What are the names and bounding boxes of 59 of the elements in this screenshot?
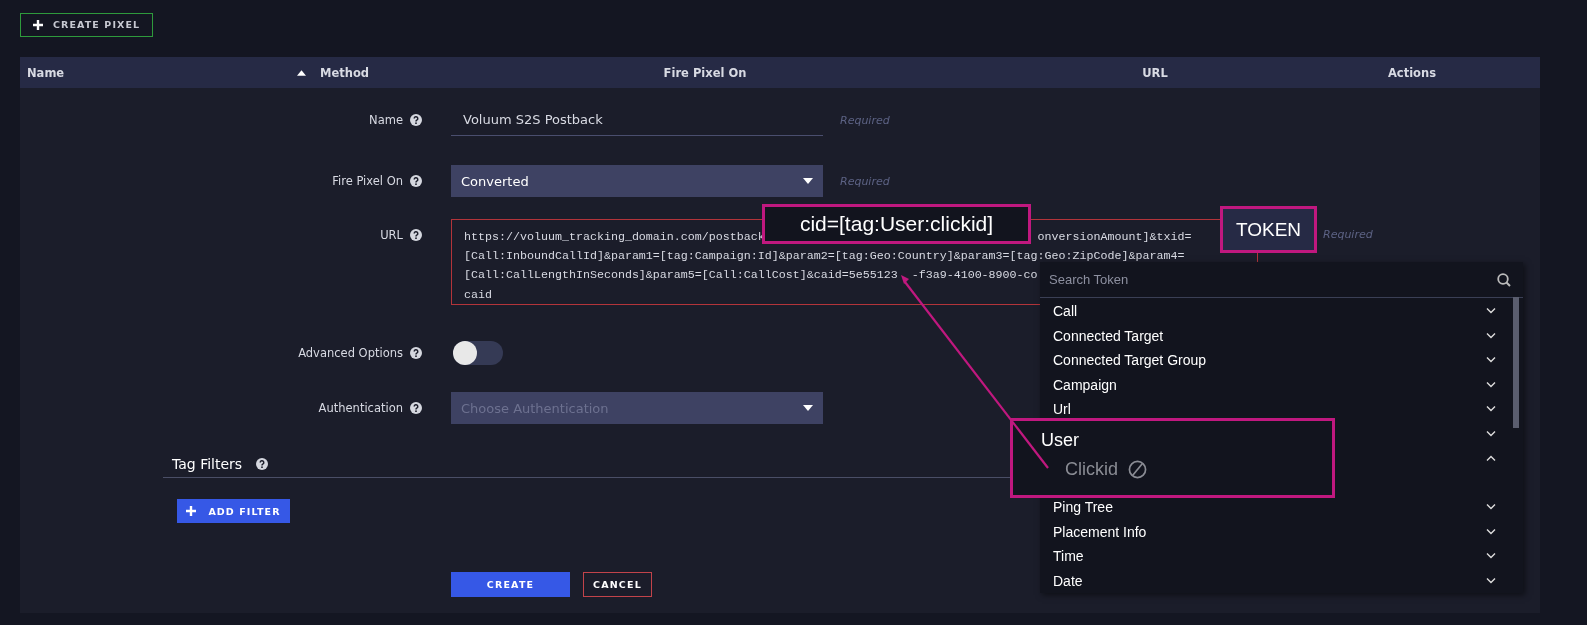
help-icon[interactable] [256,457,269,470]
help-icon[interactable] [410,175,422,187]
column-header[interactable]: URL [1142,65,1168,80]
column-header[interactable]: Method [320,65,370,80]
chevron-icon[interactable] [1486,332,1496,339]
chevron-icon[interactable] [1486,357,1496,364]
plus-icon [33,19,43,30]
field-label: Advanced Options [298,346,403,360]
chevron-icon[interactable] [1486,504,1496,511]
create-pixel-button[interactable]: CREATE PIXEL [20,12,154,37]
chevron-icon[interactable] [1486,308,1496,315]
help-icon[interactable] [410,402,422,414]
column-header[interactable]: Fire Pixel On [663,65,747,80]
field-label: Fire Pixel On [332,174,403,188]
token-group[interactable]: Placement Info [1053,523,1147,540]
token-group[interactable]: Date [1053,572,1083,589]
create-button[interactable]: CREATE [451,572,570,597]
callout-label: cid=[tag:User:clickid] [762,204,1031,244]
token-group[interactable]: Connected Target [1053,327,1164,344]
chevron-icon[interactable] [1486,406,1496,413]
plus-icon [186,506,197,516]
token-group[interactable]: Ping Tree [1053,499,1113,516]
select-field[interactable]: Converted [451,165,823,197]
chevron-icon[interactable] [1486,577,1496,584]
chevron-icon[interactable] [1486,528,1496,535]
required-hint: Required [840,113,890,127]
help-icon[interactable] [410,229,422,241]
field-label: URL [380,228,403,242]
chevron-icon[interactable] [1486,553,1496,560]
token-group[interactable]: Campaign [1053,376,1117,393]
sort-arrow-icon [297,69,306,76]
help-icon[interactable] [410,347,422,359]
toggle-switch[interactable] [453,341,503,365]
cancel-button[interactable]: CANCEL [583,572,652,597]
chevron-icon[interactable] [1486,430,1496,437]
section-title: Tag Filters [172,455,243,472]
required-hint: Required [1323,228,1373,241]
search-field[interactable]: Search Token [1040,262,1523,298]
caret-icon [803,405,813,411]
token-button[interactable]: TOKEN [1220,206,1317,253]
token-group[interactable]: Call [1053,303,1078,320]
required-hint: Required [840,174,890,188]
search-icon[interactable] [1497,272,1511,287]
token-item: Clickid [1065,459,1118,480]
field-label: Authentication [318,401,403,415]
token-group[interactable]: Url [1053,401,1071,418]
chevron-icon[interactable] [1486,455,1496,462]
token-group: User [1041,430,1079,451]
name-field[interactable]: Voluum S2S Postback [451,104,823,136]
token-group[interactable]: Connected Target Group [1053,352,1207,369]
caret-icon [803,178,813,184]
token-group[interactable]: Time [1053,548,1084,565]
column-header[interactable]: Name [27,65,306,80]
add-filter-button[interactable]: ADD FILTER [177,499,290,523]
chevron-icon[interactable] [1486,381,1496,388]
field-label: Name [369,113,403,127]
column-header[interactable]: Actions [1387,65,1437,80]
help-icon[interactable] [410,114,422,126]
scrollbar[interactable] [1513,297,1519,428]
